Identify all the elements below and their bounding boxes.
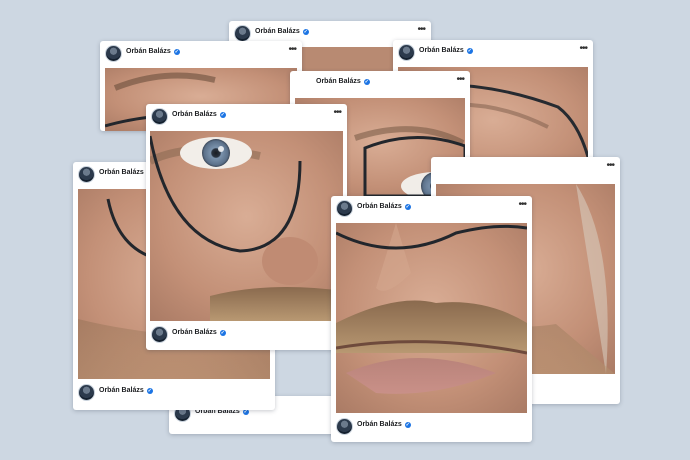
author-name[interactable]: Orbán Balázs✓ (99, 387, 153, 394)
post-footer: Orbán Balázs ✓ (78, 384, 269, 404)
author-name[interactable]: Orbán Balázs✓ (316, 78, 370, 85)
author-name-text[interactable]: Orbán Balázs (172, 329, 217, 336)
verified-badge-icon: ✓ (219, 112, 226, 118)
author-name-text[interactable]: Orbán Balázs (357, 203, 402, 210)
avatar[interactable] (398, 44, 415, 61)
post-header: Orbán Balázs ✓ ••• (336, 200, 527, 220)
author-name[interactable]: Orbán Balázs✓ (255, 28, 309, 35)
verified-badge-icon: ✓ (219, 330, 226, 336)
avatar[interactable] (151, 326, 168, 343)
avatar[interactable] (78, 166, 95, 183)
author-name-text[interactable]: Orbán Balázs (357, 421, 402, 428)
post-header: ••• (436, 161, 614, 181)
verified-badge-icon: ✓ (466, 48, 473, 54)
post-footer: Orbán Balázs ✓ (151, 326, 341, 346)
avatar[interactable] (336, 418, 353, 435)
verified-badge-icon: ✓ (404, 204, 411, 210)
more-options-icon[interactable]: ••• (518, 200, 526, 210)
post-header: Orbán Balázs ✓ ••• (295, 75, 465, 95)
author-name-text[interactable]: Orbán Balázs (99, 169, 144, 176)
more-options-icon[interactable]: ••• (417, 25, 425, 35)
verified-badge-icon: ✓ (302, 29, 309, 35)
more-options-icon[interactable]: ••• (606, 161, 614, 171)
author-name-text[interactable]: Orbán Balázs (255, 28, 300, 35)
more-options-icon[interactable]: ••• (456, 75, 464, 85)
post-photo (336, 223, 527, 413)
post-card[interactable]: Orbán Balázs ✓ ••• Orbán Balázs ✓ (146, 104, 347, 350)
verified-badge-icon: ✓ (363, 79, 370, 85)
author-name[interactable]: Orbán Balázs✓ (172, 111, 226, 118)
post-header: Orbán Balázs ✓ ••• (151, 108, 342, 128)
more-options-icon[interactable]: ••• (288, 45, 296, 55)
author-name-text[interactable]: Orbán Balázs (126, 48, 171, 55)
author-name[interactable]: Orbán Balázs✓ (357, 203, 411, 210)
post-header: Orbán Balázs ✓ ••• (105, 45, 297, 65)
verified-badge-icon: ✓ (146, 388, 153, 394)
more-options-icon[interactable]: ••• (333, 108, 341, 118)
avatar[interactable] (234, 25, 251, 42)
author-name[interactable]: Orbán Balázs✓ (419, 47, 473, 54)
avatar[interactable] (151, 108, 168, 125)
post-card[interactable]: Orbán Balázs ✓ ••• Orbán Balázs ✓ (331, 196, 532, 442)
author-name-text[interactable]: Orbán Balázs (419, 47, 464, 54)
author-name[interactable]: Orbán Balázs✓ (99, 169, 153, 176)
post-footer: Orbán Balázs ✓ (336, 418, 526, 438)
author-name-text[interactable]: Orbán Balázs (316, 78, 361, 85)
verified-badge-icon: ✓ (404, 422, 411, 428)
avatar[interactable] (78, 384, 95, 401)
avatar[interactable] (336, 200, 353, 217)
verified-badge-icon: ✓ (173, 49, 180, 55)
post-photo (150, 131, 343, 321)
author-name[interactable]: Orbán Balázs✓ (126, 48, 180, 55)
avatar[interactable] (105, 45, 122, 62)
author-name-text[interactable]: Orbán Balázs (172, 111, 217, 118)
author-name[interactable]: Orbán Balázs✓ (172, 329, 226, 336)
author-name[interactable]: Orbán Balázs✓ (357, 421, 411, 428)
author-name-text[interactable]: Orbán Balázs (99, 387, 144, 394)
post-header: Orbán Balázs ✓ ••• (398, 44, 588, 64)
more-options-icon[interactable]: ••• (579, 44, 587, 54)
